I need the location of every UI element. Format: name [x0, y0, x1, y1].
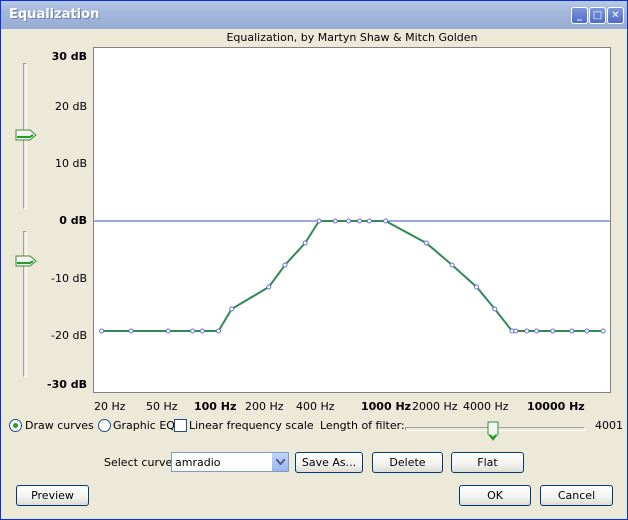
eq-control-point[interactable]: [600, 328, 606, 334]
eq-control-point[interactable]: [229, 306, 235, 312]
eq-control-point[interactable]: [346, 218, 351, 224]
db-label: 0 dB: [59, 214, 87, 227]
eq-curve-plot[interactable]: [93, 47, 611, 393]
db-label: 30 dB: [51, 50, 87, 63]
eq-control-point[interactable]: [524, 328, 530, 334]
eq-control-point[interactable]: [282, 262, 288, 268]
curve-select[interactable]: amradio: [171, 452, 289, 472]
eq-control-point[interactable]: [534, 328, 540, 334]
freq-label: 10000 Hz: [527, 400, 585, 413]
cancel-button[interactable]: Cancel: [540, 485, 613, 506]
curve-select-value: amradio: [175, 456, 221, 469]
freq-label: 50 Hz: [146, 400, 178, 413]
db-label: -30 dB: [47, 378, 87, 391]
eq-control-point[interactable]: [474, 284, 480, 290]
gain-slider-track[interactable]: [23, 231, 27, 377]
gain-slider-thumb[interactable]: [15, 255, 37, 267]
eq-control-point[interactable]: [190, 328, 196, 334]
freq-label: 4000 Hz: [463, 400, 509, 413]
range-slider-thumb[interactable]: [15, 129, 37, 141]
equalization-window: Equalization _ □ ✕ Equalization, by Mart…: [0, 0, 628, 520]
eq-control-point[interactable]: [165, 328, 171, 334]
filter-length-label: Length of filter:: [320, 419, 405, 432]
linear-scale-checkbox[interactable]: [174, 419, 187, 432]
db-label: -10 dB: [51, 272, 87, 285]
select-curve-label: Select curve:: [104, 456, 176, 469]
filter-length-slider-thumb[interactable]: [487, 421, 499, 441]
flat-button[interactable]: Flat: [451, 452, 524, 473]
eq-control-point[interactable]: [302, 240, 308, 246]
eq-control-point[interactable]: [216, 328, 221, 334]
eq-curve-line[interactable]: [101, 220, 604, 332]
eq-control-point[interactable]: [423, 240, 429, 246]
eq-control-point[interactable]: [332, 218, 338, 224]
eq-control-point[interactable]: [366, 218, 372, 224]
eq-curve-svg[interactable]: [94, 48, 610, 392]
eq-control-point[interactable]: [99, 328, 105, 334]
eq-control-point[interactable]: [492, 306, 498, 312]
eq-control-point[interactable]: [316, 218, 322, 224]
filter-length-value: 4001: [595, 419, 623, 432]
freq-label: 1000 Hz: [361, 400, 412, 413]
freq-label: 200 Hz: [245, 400, 284, 413]
eq-control-point[interactable]: [266, 284, 272, 290]
linear-scale-label[interactable]: Linear frequency scale: [189, 419, 314, 432]
freq-label: 20 Hz: [94, 400, 126, 413]
eq-control-point[interactable]: [199, 328, 205, 334]
preview-button[interactable]: Preview: [16, 485, 89, 506]
graphic-eq-label[interactable]: Graphic EQ: [113, 419, 175, 432]
window-title: Equalization: [9, 7, 100, 22]
eq-control-point[interactable]: [357, 218, 363, 224]
eq-control-point[interactable]: [550, 328, 556, 334]
close-button[interactable]: ✕: [607, 7, 624, 24]
freq-label: 100 Hz: [194, 400, 237, 413]
save-as-button[interactable]: Save As...: [295, 452, 363, 473]
delete-button[interactable]: Delete: [372, 452, 443, 473]
chevron-down-icon[interactable]: [271, 453, 288, 471]
ok-button[interactable]: OK: [459, 485, 531, 506]
db-label: 20 dB: [54, 100, 87, 113]
eq-control-point[interactable]: [449, 262, 455, 268]
draw-curves-label[interactable]: Draw curves: [25, 419, 94, 432]
graphic-eq-radio[interactable]: [98, 419, 111, 432]
eq-control-point[interactable]: [128, 328, 134, 334]
maximize-button[interactable]: □: [589, 7, 606, 24]
eq-control-point[interactable]: [383, 218, 389, 224]
db-label: -20 dB: [51, 329, 87, 342]
freq-label: 2000 Hz: [412, 400, 458, 413]
db-label: 10 dB: [54, 157, 87, 170]
minimize-button[interactable]: _: [571, 7, 588, 24]
eq-control-point[interactable]: [513, 328, 519, 334]
draw-curves-radio[interactable]: [9, 419, 22, 432]
eq-control-point[interactable]: [569, 328, 575, 334]
plot-subtitle: Equalization, by Martyn Shaw & Mitch Gol…: [226, 31, 478, 44]
freq-label: 400 Hz: [296, 400, 335, 413]
eq-control-point[interactable]: [584, 328, 590, 334]
title-bar[interactable]: Equalization _ □ ✕: [1, 1, 627, 29]
